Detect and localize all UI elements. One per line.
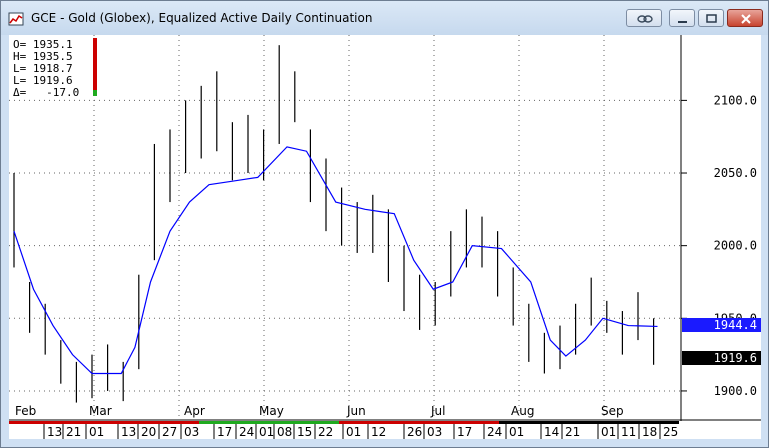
restore-button[interactable] xyxy=(698,9,724,27)
window-title: GCE - Gold (Globex), Equalized Active Da… xyxy=(31,11,373,25)
month-label: Aug xyxy=(511,404,534,418)
day-label: 13 xyxy=(47,425,62,439)
chart-grid xyxy=(9,35,681,420)
day-label: 01 xyxy=(509,425,524,439)
price-chart[interactable]: 2100.02050.02000.01950.01900.0 1944.4 19… xyxy=(9,35,761,421)
day-label: 12 xyxy=(371,425,386,439)
day-label: 03 xyxy=(427,425,442,439)
minimize-icon xyxy=(678,21,687,23)
svg-text:1944.4: 1944.4 xyxy=(714,318,757,332)
month-label: May xyxy=(259,404,284,418)
day-label: 13 xyxy=(121,425,136,439)
chart-window: GCE - Gold (Globex), Equalized Active Da… xyxy=(0,0,769,448)
change-value: Δ= -17.0 xyxy=(13,86,80,99)
day-label: 03 xyxy=(184,425,199,439)
month-label: Sep xyxy=(601,404,624,418)
ma-price-label: 1944.4 xyxy=(682,318,761,332)
day-label: 15 xyxy=(297,425,312,439)
day-label: 17 xyxy=(217,425,232,439)
ohlc-readout: O= 1935.1 H= 1935.5 L= 1918.7 L= 1919.6 Δ= -… xyxy=(13,39,79,99)
link-icon xyxy=(637,15,653,23)
day-label: 20 xyxy=(141,425,156,439)
last-price-label: 1919.6 xyxy=(682,351,761,365)
month-label: Jul xyxy=(430,404,445,418)
day-label: 26 xyxy=(407,425,422,439)
time-axis: 13 21 01 13 20 27 03 17 24 01 08 15 22 01 12 26 03 17 24 01… xyxy=(9,421,761,439)
day-label: 11 xyxy=(621,425,636,439)
month-label: Apr xyxy=(184,404,205,418)
month-label: Jun xyxy=(346,404,366,418)
price-tick-label: 1900.0 xyxy=(714,384,757,398)
day-label: 14 xyxy=(544,425,559,439)
day-label: 17 xyxy=(457,425,472,439)
month-label: Mar xyxy=(89,404,112,418)
minimize-button[interactable] xyxy=(669,9,695,27)
day-label: 24 xyxy=(487,425,502,439)
restore-icon xyxy=(706,14,717,23)
price-tick-label: 2050.0 xyxy=(714,166,757,180)
day-label: 21 xyxy=(565,425,580,439)
price-tick-label: 2000.0 xyxy=(714,239,757,253)
title-bar[interactable]: GCE - Gold (Globex), Equalized Active Da… xyxy=(1,1,768,35)
day-label: 01 xyxy=(601,425,616,439)
day-label: 08 xyxy=(277,425,292,439)
day-label: 21 xyxy=(66,425,81,439)
price-bars xyxy=(13,45,655,403)
day-label: 18 xyxy=(642,425,657,439)
day-label: 24 xyxy=(239,425,254,439)
day-label: 22 xyxy=(318,425,333,439)
close-icon xyxy=(741,14,751,24)
svg-text:1919.6: 1919.6 xyxy=(714,351,757,365)
change-indicator xyxy=(93,38,97,96)
month-label: Feb xyxy=(15,404,36,418)
day-label: 01 xyxy=(259,425,274,439)
moving-average-line xyxy=(13,146,658,375)
price-tick-label: 2100.0 xyxy=(714,93,757,107)
day-label: 01 xyxy=(89,425,104,439)
link-button[interactable] xyxy=(626,9,662,27)
day-label: 27 xyxy=(162,425,177,439)
month-labels: Feb Mar Apr May Jun Jul Aug Sep xyxy=(15,404,624,418)
day-label: 25 xyxy=(663,425,678,439)
close-button[interactable] xyxy=(727,9,763,27)
day-label: 01 xyxy=(346,425,361,439)
chart-app-icon xyxy=(8,12,24,26)
